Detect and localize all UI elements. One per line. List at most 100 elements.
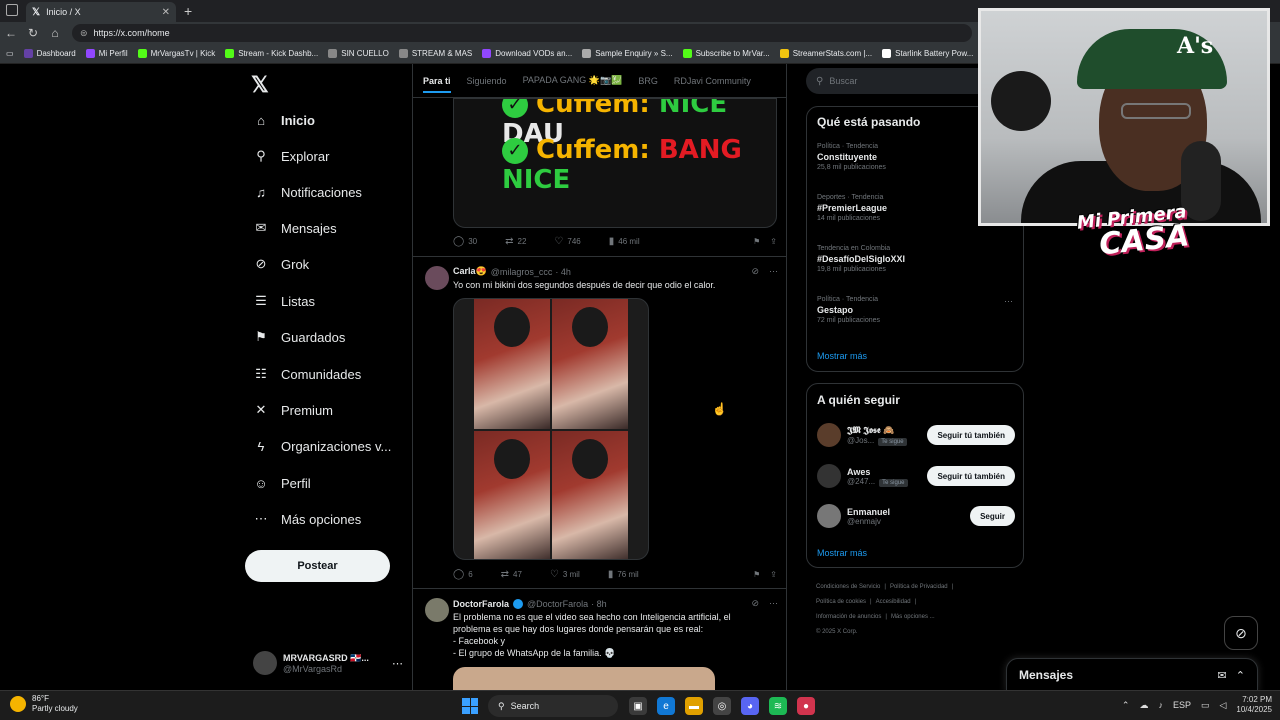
- bookmark-item[interactable]: Stream - Kick Dashb...: [225, 49, 318, 58]
- home-browser-icon[interactable]: ⌂: [44, 26, 66, 40]
- follow-button[interactable]: Seguir tú también: [927, 466, 1015, 486]
- grok-icon[interactable]: ⊘: [751, 598, 759, 609]
- follow-suggestion[interactable]: Enmanuel @enmajv Seguir: [817, 501, 1015, 531]
- obs-icon[interactable]: ●: [797, 697, 815, 715]
- language-indicator[interactable]: ESP: [1173, 700, 1191, 710]
- browser-tab[interactable]: 𝕏 Inicio / X ✕: [26, 2, 176, 22]
- bookmark-item[interactable]: Starlink Battery Pow...: [882, 49, 973, 58]
- bookmark-item[interactable]: Sample Enquiry » S...: [582, 49, 673, 58]
- views-button[interactable]: ▮ 76 mil: [608, 569, 639, 580]
- footer-link[interactable]: Más opciones ...: [891, 614, 935, 620]
- author-name[interactable]: Carla😍: [453, 266, 487, 277]
- grok-icon[interactable]: ⊘: [1224, 616, 1258, 650]
- follow-button[interactable]: Seguir tú también: [927, 425, 1015, 445]
- account-switcher[interactable]: MRVARGASRD 🇩🇴... @MrVargasRd ⋯: [253, 648, 403, 678]
- footer-link[interactable]: Política de Privacidad: [890, 584, 948, 590]
- show-more-link[interactable]: Mostrar más: [817, 548, 867, 558]
- more-icon[interactable]: ⋯: [769, 266, 778, 277]
- follow-suggestion[interactable]: 𝕵𝕸 𝕵𝖔𝖘𝖊 🙈 @Jos... Te sigue Seguir tú tambié…: [817, 420, 1015, 450]
- reply-button[interactable]: ◯ 30: [453, 236, 477, 247]
- like-button[interactable]: ♡ 746: [554, 236, 580, 247]
- tweet-video[interactable]: [453, 667, 715, 690]
- nav-item-organizaciones-v[interactable]: ϟ Organizaciones v...: [253, 434, 392, 458]
- timeline-tab[interactable]: PAPADA GANG 🌟📷💹: [523, 75, 623, 86]
- discord-icon[interactable]: ◕: [741, 697, 759, 715]
- clock[interactable]: 7:02 PM 10/4/2025: [1236, 695, 1272, 715]
- taskbar-search[interactable]: ⚲ Search: [488, 695, 618, 717]
- bookmark-item[interactable]: Subscribe to MrVar...: [682, 49, 770, 58]
- new-message-icon[interactable]: ✉: [1217, 670, 1226, 682]
- tweet-media-meme[interactable]: ✓ Cuffem: NICE DAU ✓ Cuffem: BANG NICE: [453, 98, 777, 228]
- bookmark-item[interactable]: StreamerStats.com |...: [779, 49, 872, 58]
- weather-widget[interactable]: 86°F Partly cloudy: [10, 694, 78, 714]
- bookmark-item[interactable]: STREAM & MAS: [398, 49, 472, 58]
- reload-icon[interactable]: ↻: [22, 26, 44, 40]
- more-icon[interactable]: ⋯: [392, 657, 403, 670]
- share-icon[interactable]: ⇪: [770, 237, 777, 246]
- nav-item-listas[interactable]: ☰ Listas: [253, 289, 315, 313]
- nav-item-notificaciones[interactable]: ♫ Notificaciones: [253, 180, 362, 204]
- grok-icon[interactable]: ⊘: [751, 266, 759, 277]
- network-icon[interactable]: ▭: [1201, 700, 1210, 711]
- bookmark-icon[interactable]: ⚑: [753, 570, 760, 579]
- chrome-icon[interactable]: ◎: [713, 697, 731, 715]
- bookmark-item[interactable]: Download VODs an...: [482, 49, 572, 58]
- timeline-tab[interactable]: BRG: [638, 76, 658, 86]
- task-view-icon[interactable]: ▣: [629, 697, 647, 715]
- messages-drawer[interactable]: Mensajes ✉ ⌃: [1006, 658, 1258, 692]
- nav-item-mensajes[interactable]: ✉ Mensajes: [253, 216, 337, 240]
- expand-icon[interactable]: ⌃: [1236, 670, 1245, 682]
- chevron-up-icon[interactable]: ⌃: [1122, 700, 1130, 711]
- author-handle[interactable]: @milagros_ccc: [491, 267, 553, 277]
- timeline-tab[interactable]: RDJavi Community: [674, 76, 751, 86]
- footer-link[interactable]: Información de anuncios: [816, 614, 881, 620]
- nav-item-perfil[interactable]: ☺ Perfil: [253, 471, 310, 495]
- trend-item[interactable]: Tendencia en Colombia #DesafíoDelSigloXXI…: [817, 245, 1013, 273]
- spotify-icon[interactable]: ≋: [769, 697, 787, 715]
- mic-icon[interactable]: ♪: [1158, 700, 1163, 710]
- reply-button[interactable]: ◯ 6: [453, 569, 473, 580]
- new-tab-icon[interactable]: +: [184, 3, 192, 19]
- more-icon[interactable]: ⋯: [1004, 296, 1013, 307]
- start-icon[interactable]: [462, 698, 478, 714]
- nav-item-m-s-opciones[interactable]: ⋯ Más opciones: [253, 507, 362, 531]
- tweet-time[interactable]: · 8h: [591, 599, 607, 609]
- footer-link[interactable]: Condiciones de Servicio: [816, 584, 880, 590]
- nav-item-explorar[interactable]: ⚲ Explorar: [253, 144, 329, 168]
- bookmark-icon[interactable]: ⚑: [753, 237, 760, 246]
- avatar[interactable]: [425, 598, 449, 622]
- footer-link[interactable]: Accesibilidad: [876, 599, 911, 605]
- window-menu-icon[interactable]: [6, 4, 18, 16]
- nav-item-comunidades[interactable]: ☷ Comunidades: [253, 362, 361, 386]
- volume-icon[interactable]: ◁: [1219, 700, 1226, 711]
- follow-button[interactable]: Seguir: [970, 506, 1015, 526]
- bookmark-item[interactable]: Mi Perfil: [85, 49, 128, 58]
- edge-icon[interactable]: e: [657, 697, 675, 715]
- show-more-link[interactable]: Mostrar más: [817, 351, 867, 361]
- file-explorer-icon[interactable]: ▬: [685, 697, 703, 715]
- close-tab-icon[interactable]: ✕: [162, 7, 170, 18]
- nav-item-premium[interactable]: ✕ Premium: [253, 398, 333, 422]
- repost-button[interactable]: ⇄ 47: [501, 569, 522, 580]
- nav-item-guardados[interactable]: ⚑ Guardados: [253, 325, 345, 349]
- author-name[interactable]: DoctorFarola: [453, 599, 509, 609]
- x-logo-icon[interactable]: 𝕏: [251, 72, 269, 98]
- author-handle[interactable]: @DoctorFarola: [527, 599, 588, 609]
- nav-item-grok[interactable]: ⊘ Grok: [253, 252, 310, 276]
- views-button[interactable]: ▮ 46 mil: [609, 236, 640, 247]
- share-icon[interactable]: ⇪: [770, 570, 777, 579]
- nav-item-inicio[interactable]: ⌂ Inicio: [253, 108, 315, 132]
- url-field[interactable]: ⊜ https://x.com/home: [72, 24, 972, 42]
- repost-button[interactable]: ⇄ 22: [505, 236, 526, 247]
- follow-suggestion[interactable]: Awes @247... Te sigue Seguir tú también: [817, 461, 1015, 491]
- timeline-tab[interactable]: Siguiendo: [467, 76, 507, 86]
- bookmark-item[interactable]: SIN CUELLO: [328, 49, 389, 58]
- like-button[interactable]: ♡ 3 mil: [550, 569, 580, 580]
- trend-item[interactable]: Política · Tendencia Gestapo 72 mil public…: [817, 296, 1013, 324]
- footer-link[interactable]: Política de cookies: [816, 599, 866, 605]
- onedrive-icon[interactable]: ☁: [1139, 700, 1148, 711]
- avatar[interactable]: [425, 266, 449, 290]
- timeline-tab[interactable]: Para ti: [423, 69, 451, 93]
- back-icon[interactable]: ←: [0, 26, 22, 40]
- bookmark-item[interactable]: MrVargasTv | Kick: [137, 49, 215, 58]
